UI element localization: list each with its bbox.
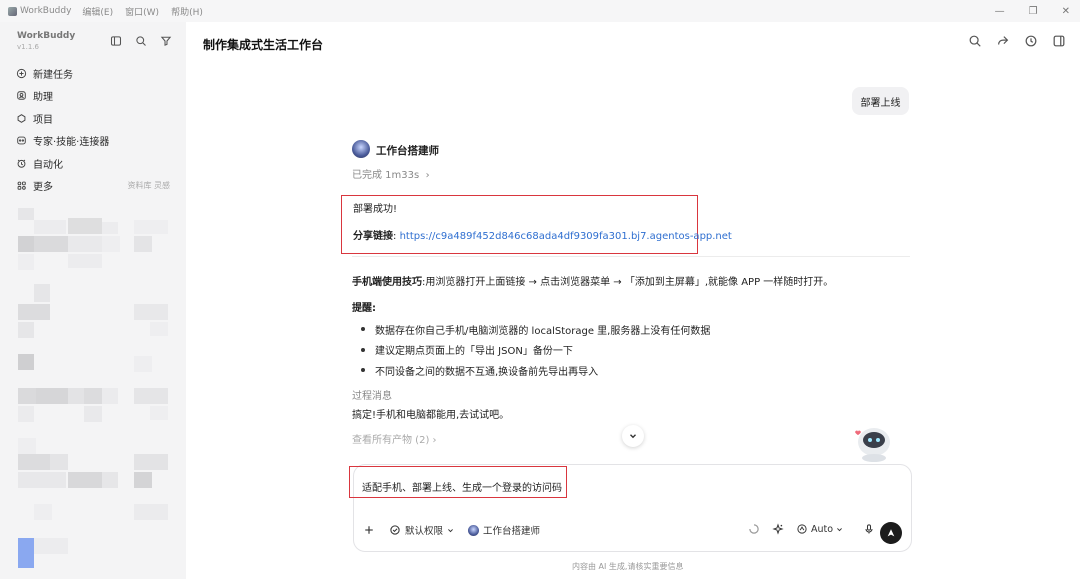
agent-avatar-icon [468,524,480,536]
window-controls: — ❐ ✕ [995,0,1070,22]
menu-bar: 编辑(E) 窗口(W) 帮助(H) [82,5,202,18]
more-grid-icon [17,181,26,191]
share-icon[interactable] [996,34,1010,48]
chevron-down-icon [837,527,843,531]
reminder-text: 数据存在你自己手机/电脑浏览器的 localStorage 里,服务器上没有任何… [375,325,711,337]
mobile-tips: 手机端使用技巧:用浏览器打开上面链接 → 点击浏览器菜单 → 「添加到主屏幕」,… [352,273,833,288]
app-title: WorkBuddy [8,6,71,16]
send-button[interactable] [880,522,902,544]
bullet-icon [361,347,365,352]
assistant-icon [17,91,26,101]
app-logo-icon [8,6,17,16]
search-icon[interactable] [135,35,147,47]
title-bar: WorkBuddy 编辑(E) 窗口(W) 帮助(H) — ❐ ✕ [0,0,1080,22]
sidebar-item-project[interactable]: 项目 [16,107,176,130]
deploy-success-text: 部署成功! [353,204,398,215]
remind-label: 提醒: [352,303,376,314]
sidebar-item-new-task[interactable]: 新建任务 [16,62,176,85]
divider [352,256,910,257]
sidebar-item-label: 专家·技能·连接器 [33,137,110,149]
search-icon[interactable] [968,34,982,48]
agent-avatar [352,140,370,158]
sidebar-item-automation[interactable]: 自动化 [16,152,176,175]
chevron-down-icon [448,528,453,532]
sidebar-item-experts[interactable]: 专家·技能·连接器 [16,130,176,153]
permission-label: 默认权限 [405,526,444,537]
bullet-icon [361,368,365,373]
app-name: WorkBuddy [20,6,72,16]
view-artifacts-link[interactable]: 查看所有产物 (2) › [352,431,437,446]
menu-help[interactable]: 帮助(H) [171,5,203,18]
sidebar-tools [110,35,172,47]
share-link-row: 分享链接: https://c9a489f452d846c68ada4df930… [353,227,732,242]
sparkle-icon[interactable] [772,523,784,535]
sidebar-item-label: 更多 [33,182,53,194]
check-circle-icon [390,525,400,535]
sidebar-item-label: 项目 [33,114,53,126]
list-item: 建议定期点页面上的「导出 JSON」备份一下 [361,340,710,361]
agent-selector[interactable]: 工作台搭建师 [468,523,540,537]
history-icon[interactable] [1024,34,1038,48]
permission-selector[interactable]: 默认权限 [389,523,454,537]
project-icon [17,113,26,123]
loading-spinner-icon [749,524,759,534]
sidebar-header: WorkBuddy v1.1.6 [17,31,75,51]
sidebar-toggle-icon[interactable] [110,35,122,47]
sidebar-nav: 新建任务 助理 项目 专家·技能·连接器 自动化 更多 资料库 灵感 [16,62,176,197]
sidebar-version: v1.1.6 [17,43,39,51]
list-item: 数据存在你自己手机/电脑浏览器的 localStorage 里,服务器上没有任何… [361,319,710,340]
mascot-robot-icon [855,428,890,462]
menu-edit[interactable]: 编辑(E) [82,5,113,18]
agent-selector-label: 工作台搭建师 [483,526,541,537]
agent-name: 工作台搭建师 [376,145,439,157]
automation-icon [17,159,26,168]
plus-icon[interactable] [363,524,375,536]
sidebar-item-label: 自动化 [33,159,63,171]
reminder-text: 建议定期点页面上的「导出 JSON」备份一下 [375,346,573,358]
model-label: Auto [811,523,834,535]
scroll-down-button[interactable] [622,425,644,447]
minimize-icon[interactable]: — [995,6,1005,17]
sidebar: WorkBuddy v1.1.6 新建任务 助理 项目 专家·技能·连接器 自动… [0,22,186,579]
share-link-label: 分享链接 [353,231,393,242]
process-label: 过程消息 [352,391,392,402]
sidebar-item-assistant[interactable]: 助理 [16,85,176,108]
sidebar-more-extra[interactable]: 资料库 灵感 [127,180,170,191]
reminder-list: 数据存在你自己手机/电脑浏览器的 localStorage 里,服务器上没有任何… [361,319,710,381]
header-toolbar [968,34,1066,48]
model-icon [797,524,807,534]
tips-text: :用浏览器打开上面链接 → 点击浏览器菜单 → 「添加到主屏幕」,就能像 APP… [422,277,834,288]
tips-label: 手机端使用技巧 [352,277,422,288]
microphone-icon[interactable] [863,523,875,535]
sidebar-item-label: 新建任务 [33,69,73,81]
bullet-icon [361,327,365,332]
share-link-url[interactable]: https://c9a489f452d846c68ada4df9309fa301… [400,231,732,242]
composer-input[interactable]: 适配手机、部署上线、生成一个登录的访问码 [362,479,562,494]
task-status[interactable]: 已完成 1m33s › [352,166,430,181]
page-title: 制作集成式生活工作台 [203,38,324,52]
expert-icon [17,136,26,145]
filter-icon[interactable] [160,35,172,47]
menu-window[interactable]: 窗口(W) [125,5,159,18]
task-status-text: 已完成 1m33s [352,170,420,181]
send-arrow-icon [887,529,895,537]
panel-icon[interactable] [1052,34,1066,48]
user-message: 部署上线 [852,87,909,115]
share-link-sep: : [393,231,397,242]
model-selector[interactable]: Auto [796,523,843,535]
sidebar-item-more[interactable]: 更多 资料库 灵感 [16,175,176,198]
process-text: 搞定!手机和电脑都能用,去试试吧。 [352,410,510,421]
sidebar-item-label: 助理 [33,92,53,104]
ai-disclaimer: 内容由 AI 生成,请核实重要信息 [572,562,684,571]
restore-icon[interactable]: ❐ [1029,6,1038,17]
chevron-down-icon [630,434,636,439]
reminder-text: 不同设备之间的数据不互通,换设备前先导出再导入 [375,366,599,378]
plus-circle-icon [16,68,27,78]
composer-right-tools: Auto [748,523,875,535]
close-icon[interactable]: ✕ [1062,6,1070,17]
chevron-right-icon: › [422,170,430,181]
composer-left-tools: 默认权限 工作台搭建师 [363,523,540,537]
list-item: 不同设备之间的数据不互通,换设备前先导出再导入 [361,360,710,381]
sidebar-brand: WorkBuddy [17,31,76,41]
